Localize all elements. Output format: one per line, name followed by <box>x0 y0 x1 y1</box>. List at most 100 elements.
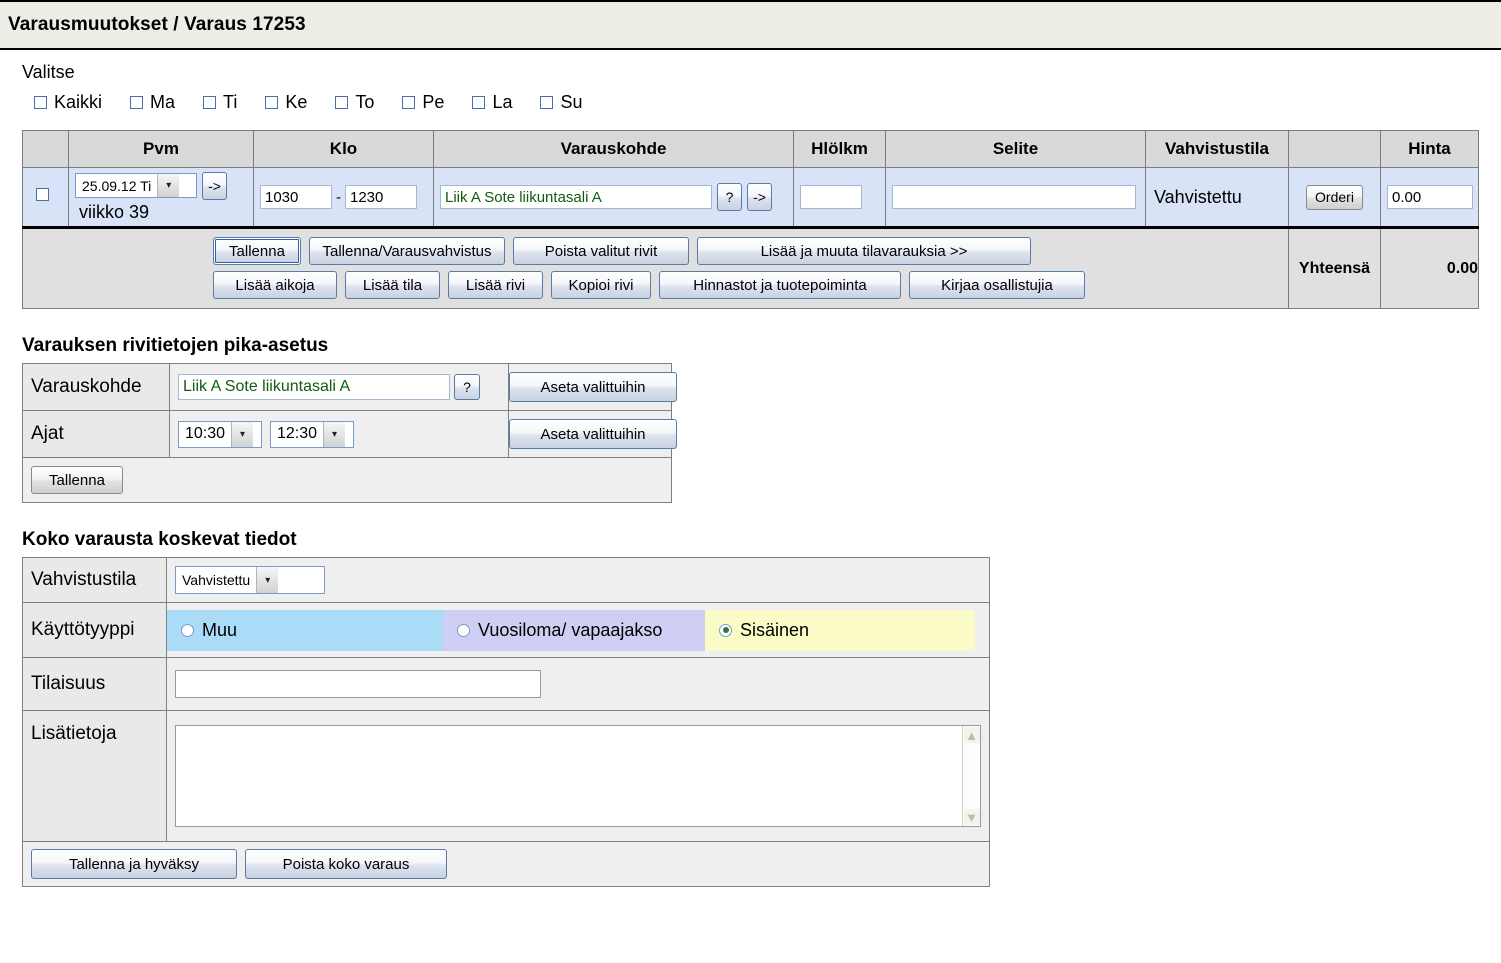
whole-usetype-field-cell: Muu Vuosiloma/ vapaajakso Sisäinen <box>166 602 990 658</box>
person-count-input[interactable] <box>800 185 862 209</box>
quickset-resource-label: Varauskohde <box>22 363 170 411</box>
checkbox-icon[interactable] <box>472 96 486 109</box>
resource-input[interactable] <box>440 185 712 209</box>
table-row: 25.09.12 Ti ▾ -> viikko 39 - <box>22 167 1479 229</box>
day-checkbox-su[interactable]: Su <box>540 92 583 113</box>
time-controls: - <box>260 185 427 209</box>
add-row-button[interactable]: Lisää rivi <box>448 271 543 299</box>
date-select[interactable]: 25.09.12 Ti ▾ <box>75 173 197 198</box>
day-checkbox-group: Kaikki Ma Ti Ke To Pe La Su <box>22 92 1501 113</box>
day-checkbox-kaikki[interactable]: Kaikki <box>34 92 102 113</box>
time-end-input[interactable] <box>345 185 417 209</box>
whole-confirm-select[interactable]: Vahvistettu ▾ <box>175 566 325 594</box>
copy-row-button[interactable]: Kopioi rivi <box>551 271 651 299</box>
day-checkbox-la[interactable]: La <box>472 92 512 113</box>
checkbox-icon[interactable] <box>540 96 554 109</box>
col-vahvistustila: Vahvistustila <box>1145 130 1289 168</box>
grid-header-row: Pvm Klo Varauskohde Hlölkm Selite Vahvis… <box>22 130 1479 168</box>
checkbox-icon[interactable] <box>34 96 47 109</box>
checkbox-icon[interactable] <box>335 96 349 109</box>
col-varauskohde: Varauskohde <box>433 130 794 168</box>
radio-icon-selected[interactable] <box>719 623 732 637</box>
whole-event-label: Tilaisuus <box>22 657 167 711</box>
quickset-resource-field-cell: ? <box>169 363 509 411</box>
day-checkbox-ti[interactable]: Ti <box>203 92 237 113</box>
order-button[interactable]: Orderi <box>1306 184 1363 210</box>
quickset-times-field-cell: 10:30 ▾ 12:30 ▾ <box>169 410 509 458</box>
save-button[interactable]: Tallenna <box>213 237 301 265</box>
add-times-button[interactable]: Lisää aikoja <box>213 271 337 299</box>
day-label: Pe <box>422 92 445 112</box>
whole-confirm-field-cell: Vahvistettu ▾ <box>166 557 990 603</box>
quickset-time-end-select[interactable]: 12:30 ▾ <box>270 420 354 448</box>
quickset-time-start-select[interactable]: 10:30 ▾ <box>178 420 262 448</box>
whole-confirm-label: Vahvistustila <box>22 557 167 603</box>
whole-notes-field-cell: ▲ ▼ <box>166 710 990 842</box>
row-date-cell: 25.09.12 Ti ▾ -> viikko 39 <box>68 167 254 229</box>
register-participants-button[interactable]: Kirjaa osallistujia <box>909 271 1085 299</box>
scroll-down-icon[interactable]: ▼ <box>963 809 980 825</box>
quickset-resource-input[interactable] <box>178 374 450 400</box>
whole-notes-label: Lisätietoja <box>22 710 167 842</box>
delete-reservation-button[interactable]: Poista koko varaus <box>245 849 447 879</box>
save-confirmation-button[interactable]: Tallenna/Varausvahvistus <box>309 237 505 265</box>
delete-selected-rows-button[interactable]: Poista valitut rivit <box>513 237 689 265</box>
row-description-cell <box>885 167 1146 229</box>
day-label: To <box>355 92 375 112</box>
save-and-approve-button[interactable]: Tallenna ja hyväksy <box>31 849 237 879</box>
notes-scrollbar[interactable]: ▲ ▼ <box>962 726 980 826</box>
notes-textarea-wrapper[interactable]: ▲ ▼ <box>175 725 981 827</box>
date-go-button[interactable]: -> <box>202 171 227 200</box>
radio-icon[interactable] <box>181 623 194 637</box>
day-checkbox-to[interactable]: To <box>335 92 374 113</box>
whole-event-field-cell <box>166 657 990 711</box>
quickset-resource-help-button[interactable]: ? <box>454 374 480 400</box>
checkbox-icon[interactable] <box>402 96 416 109</box>
quickset-footer-row: Tallenna <box>22 457 672 503</box>
whole-event-row: Tilaisuus <box>22 657 990 711</box>
usetype-option-vuosiloma[interactable]: Vuosiloma/ vapaajakso <box>443 609 705 651</box>
scroll-up-icon[interactable]: ▲ <box>963 727 980 743</box>
add-modify-room-bookings-button[interactable]: Lisää ja muuta tilavarauksia >> <box>697 237 1031 265</box>
quickset-footer-cell: Tallenna <box>22 457 672 503</box>
add-room-button[interactable]: Lisää tila <box>345 271 440 299</box>
whole-event-controls <box>167 663 989 705</box>
resource-go-button[interactable]: -> <box>747 183 772 211</box>
checkbox-icon[interactable] <box>265 96 279 109</box>
day-checkbox-ma[interactable]: Ma <box>130 92 175 113</box>
usetype-option-sisainen[interactable]: Sisäinen <box>705 609 975 651</box>
day-label: La <box>492 92 513 112</box>
time-start-input[interactable] <box>260 185 332 209</box>
chevron-down-icon: ▾ <box>157 174 180 197</box>
price-input[interactable] <box>1387 185 1473 209</box>
usetype-option-muu[interactable]: Muu <box>167 609 443 651</box>
quickset-times-apply-button[interactable]: Aseta valittuihin <box>509 419 677 449</box>
grid-toolbar-row: Tallenna Tallenna/Varausvahvistus Poista… <box>22 227 1479 309</box>
resource-help-button[interactable]: ? <box>717 183 742 211</box>
quickset-time-start-value: 10:30 <box>185 425 226 442</box>
col-hinta: Hinta <box>1380 130 1479 168</box>
row-checkbox-icon[interactable] <box>35 188 49 201</box>
quickset-resource-apply-button[interactable]: Aseta valittuihin <box>509 372 677 402</box>
radio-icon[interactable] <box>457 623 470 637</box>
col-klo: Klo <box>253 130 434 168</box>
day-label: Ma <box>150 92 176 112</box>
description-input[interactable] <box>892 185 1136 209</box>
pricelists-products-button[interactable]: Hinnastot ja tuotepoiminta <box>659 271 901 299</box>
quickset-time-end-value: 12:30 <box>277 425 318 442</box>
whole-reservation-table: Vahvistustila Vahvistettu ▾ Käyttötyyppi… <box>22 557 990 887</box>
quickset-save-button[interactable]: Tallenna <box>31 466 123 494</box>
col-select <box>22 130 69 168</box>
row-order-cell: Orderi <box>1288 167 1381 229</box>
notes-textarea[interactable] <box>176 726 962 826</box>
day-checkbox-ke[interactable]: Ke <box>265 92 307 113</box>
day-label: Kaikki <box>54 92 103 112</box>
checkbox-icon[interactable] <box>203 96 217 109</box>
event-input[interactable] <box>175 670 541 698</box>
grid-toolbar: Tallenna Tallenna/Varausvahvistus Poista… <box>23 229 1288 308</box>
whole-footer-buttons: Tallenna ja hyväksy Poista koko varaus <box>23 842 989 886</box>
day-checkbox-pe[interactable]: Pe <box>402 92 444 113</box>
checkbox-icon[interactable] <box>130 96 144 109</box>
whole-usetype-label: Käyttötyyppi <box>22 602 167 658</box>
usetype-option-label: Vuosiloma/ vapaajakso <box>478 619 663 640</box>
